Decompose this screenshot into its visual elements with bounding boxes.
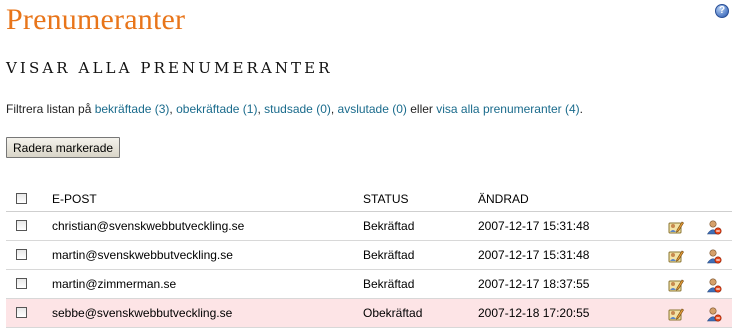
remove-subscriber-icon[interactable] bbox=[706, 275, 722, 293]
subscriber-changed: 2007-12-17 15:31:48 bbox=[478, 248, 590, 262]
subscriber-email: martin@zimmerman.se bbox=[52, 277, 177, 291]
select-all-cell bbox=[16, 187, 27, 211]
header-email[interactable]: E-POST bbox=[52, 187, 97, 211]
edit-subscriber-icon[interactable] bbox=[668, 246, 684, 263]
row-select-cell bbox=[16, 270, 27, 298]
filter-prefix: Filtrera listan på bbox=[6, 102, 95, 116]
subscriber-email: christian@svenskwebbutveckling.se bbox=[52, 219, 245, 233]
remove-cell bbox=[706, 270, 722, 298]
header-status[interactable]: STATUS bbox=[363, 187, 409, 211]
remove-subscriber-icon[interactable] bbox=[706, 304, 722, 322]
filter-end: . bbox=[579, 102, 583, 116]
subscriber-status: Bekräftad bbox=[363, 248, 415, 262]
subscribers-table: E-POST STATUS ÄNDRAD christian@svenskweb… bbox=[6, 187, 732, 328]
filter-bounced-link[interactable]: studsade (0) bbox=[264, 102, 331, 116]
table-row: martin@svenskwebbutveckling.se Bekräftad 2… bbox=[6, 241, 732, 270]
table-row: martin@zimmerman.se Bekräftad 2007-12-17 1… bbox=[6, 270, 732, 299]
edit-cell bbox=[668, 270, 684, 298]
row-select-cell bbox=[16, 241, 27, 269]
remove-cell bbox=[706, 299, 722, 327]
row-checkbox[interactable] bbox=[16, 307, 27, 319]
row-checkbox[interactable] bbox=[16, 278, 27, 290]
row-checkbox[interactable] bbox=[16, 249, 27, 261]
subscriber-status: Bekräftad bbox=[363, 219, 415, 233]
delete-selected-button[interactable]: Radera markerade bbox=[6, 137, 121, 158]
filter-line: Filtrera listan på bekräftade (3), obekr… bbox=[6, 102, 583, 116]
row-select-cell bbox=[16, 212, 27, 240]
filter-separator: , bbox=[330, 102, 338, 116]
edit-subscriber-icon[interactable] bbox=[668, 275, 684, 292]
table-header: E-POST STATUS ÄNDRAD bbox=[6, 187, 732, 212]
table-row: christian@svenskwebbutveckling.se Bekräft… bbox=[6, 212, 732, 241]
subscriber-email: martin@svenskwebbutveckling.se bbox=[52, 248, 233, 262]
table-body: christian@svenskwebbutveckling.se Bekräft… bbox=[6, 212, 732, 328]
filter-or: eller bbox=[406, 102, 437, 116]
select-all-checkbox[interactable] bbox=[16, 193, 27, 205]
subscriber-email: sebbe@svenskwebbutveckling.se bbox=[52, 306, 233, 320]
subscriber-changed: 2007-12-18 17:20:55 bbox=[478, 306, 590, 320]
remove-cell bbox=[706, 212, 722, 240]
table-row: sebbe@svenskwebbutveckling.se Obekräftad 2… bbox=[6, 299, 732, 328]
edit-subscriber-icon[interactable] bbox=[668, 304, 684, 321]
filter-unconfirmed-link[interactable]: obekräftade (1) bbox=[176, 102, 257, 116]
edit-cell bbox=[668, 212, 684, 240]
header-changed[interactable]: ÄNDRAD bbox=[478, 187, 529, 211]
subscriber-status: Obekräftad bbox=[363, 306, 423, 320]
remove-subscriber-icon[interactable] bbox=[706, 217, 722, 235]
subscriber-status: Bekräftad bbox=[363, 277, 415, 291]
subscriber-changed: 2007-12-17 18:37:55 bbox=[478, 277, 590, 291]
edit-cell bbox=[668, 299, 684, 327]
section-title: VISAR ALLA PRENUMERANTER bbox=[6, 59, 333, 77]
row-checkbox[interactable] bbox=[16, 220, 27, 232]
remove-subscriber-icon[interactable] bbox=[706, 246, 722, 264]
row-select-cell bbox=[16, 299, 27, 327]
edit-cell bbox=[668, 241, 684, 269]
filter-confirmed-link[interactable]: bekräftade (3) bbox=[95, 102, 170, 116]
subscriber-changed: 2007-12-17 15:31:48 bbox=[478, 219, 590, 233]
edit-subscriber-icon[interactable] bbox=[668, 217, 684, 234]
remove-cell bbox=[706, 241, 722, 269]
filter-ended-link[interactable]: avslutade (0) bbox=[338, 102, 407, 116]
page-title: Prenumeranter bbox=[6, 3, 186, 36]
filter-all-link[interactable]: visa alla prenumeranter (4) bbox=[436, 102, 579, 116]
help-icon[interactable]: ? bbox=[715, 4, 729, 18]
